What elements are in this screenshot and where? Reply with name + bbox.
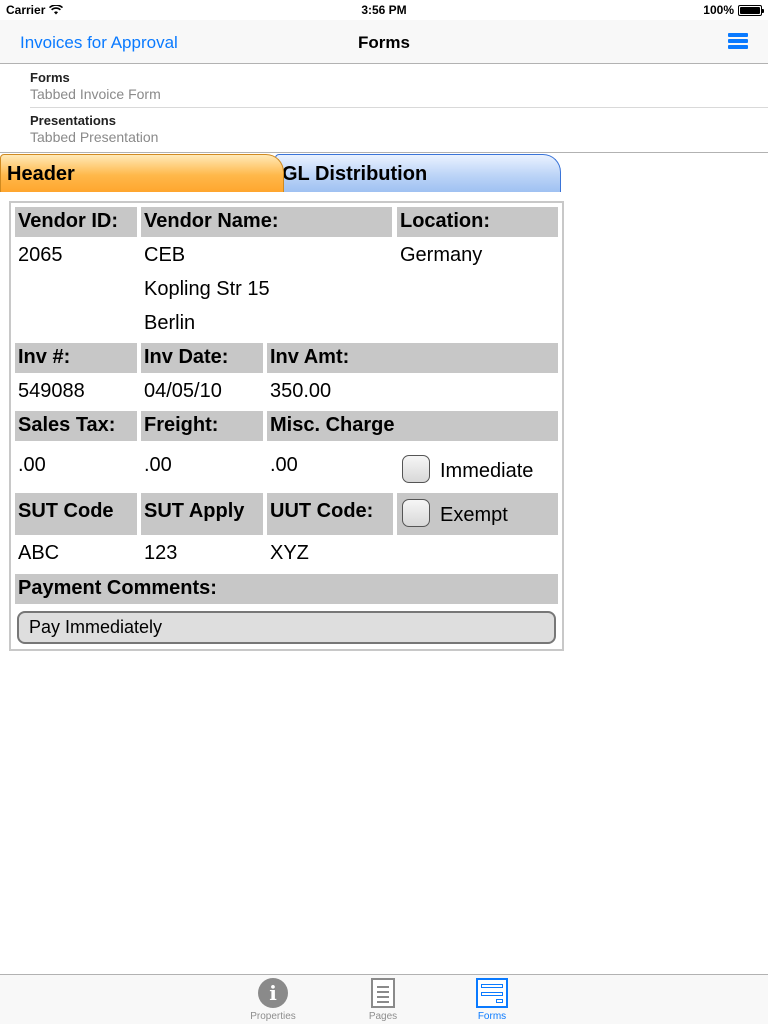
invoice-form: Vendor ID: Vendor Name: Location: 2065 C… bbox=[9, 201, 564, 651]
tab-label: Forms bbox=[477, 1011, 507, 1022]
exempt-label: Exempt bbox=[440, 503, 508, 526]
sales-tax-label: Sales Tax: bbox=[15, 411, 137, 441]
location-value: Germany bbox=[400, 244, 483, 266]
inv-no-value: 549088 bbox=[18, 380, 85, 402]
payment-comments-field[interactable]: Pay Immediately bbox=[17, 611, 556, 644]
divider bbox=[0, 151, 768, 153]
immediate-checkbox-group[interactable]: Immediate bbox=[402, 455, 533, 483]
uut-code-label: UUT Code: bbox=[267, 493, 393, 535]
battery-percent: 100% bbox=[703, 3, 734, 17]
battery-indicator: 100% bbox=[703, 3, 764, 17]
status-bar: Carrier 3:56 PM 100% bbox=[0, 0, 768, 20]
payment-comments-label: Payment Comments: bbox=[15, 574, 558, 604]
tab-gl-distribution[interactable]: GL Distribution bbox=[275, 154, 561, 192]
vendor-city-value: Berlin bbox=[144, 312, 196, 334]
tab-forms[interactable]: Forms bbox=[452, 978, 532, 1022]
tab-properties[interactable]: i Properties bbox=[233, 978, 313, 1022]
inv-amt-label: Inv Amt: bbox=[267, 343, 558, 373]
pages-icon bbox=[371, 978, 395, 1008]
vendor-name-value: CEB bbox=[144, 244, 186, 266]
sales-tax-value: .00 bbox=[18, 454, 46, 476]
navigation-bar: Invoices for Approval Forms bbox=[0, 20, 768, 64]
freight-value: .00 bbox=[144, 454, 172, 476]
exempt-checkbox[interactable] bbox=[402, 499, 430, 527]
exempt-checkbox-group[interactable]: Exempt bbox=[402, 499, 508, 527]
freight-label: Freight: bbox=[141, 411, 263, 441]
inv-amt-value: 350.00 bbox=[270, 380, 332, 402]
tab-label: Properties bbox=[250, 1011, 296, 1022]
vendor-id-label: Vendor ID: bbox=[15, 207, 137, 237]
vendor-id-value: 2065 bbox=[18, 244, 63, 266]
tab-bar: i Properties Pages Forms bbox=[0, 974, 768, 1024]
info-icon: i bbox=[258, 978, 288, 1008]
tab-pages[interactable]: Pages bbox=[343, 978, 423, 1022]
immediate-checkbox[interactable] bbox=[402, 455, 430, 483]
exempt-cell: Exempt bbox=[397, 493, 558, 535]
uut-code-value: XYZ bbox=[270, 542, 309, 564]
immediate-label: Immediate bbox=[440, 459, 534, 482]
inv-date-value: 04/05/10 bbox=[144, 380, 222, 402]
sut-code-value: ABC bbox=[18, 542, 60, 564]
misc-charge-label: Misc. Charge bbox=[267, 411, 558, 441]
sut-code-label: SUT Code bbox=[15, 493, 137, 535]
form-info: Forms Tabbed Invoice Form Presentations … bbox=[0, 65, 768, 153]
sut-apply-value: 123 bbox=[144, 542, 178, 564]
misc-charge-value: .00 bbox=[270, 454, 298, 476]
info-row-presentations[interactable]: Presentations Tabbed Presentation bbox=[30, 108, 768, 151]
sut-apply-label: SUT Apply bbox=[141, 493, 263, 535]
list-icon[interactable] bbox=[728, 33, 748, 49]
info-row-forms[interactable]: Forms Tabbed Invoice Form bbox=[30, 65, 768, 108]
info-value: Tabbed Invoice Form bbox=[30, 86, 161, 102]
location-label: Location: bbox=[397, 207, 558, 237]
tab-label: Pages bbox=[368, 1011, 398, 1022]
forms-icon bbox=[476, 978, 508, 1008]
tab-header[interactable]: Header bbox=[0, 154, 284, 192]
info-label: Forms bbox=[30, 70, 70, 85]
clock: 3:56 PM bbox=[361, 3, 407, 17]
info-label: Presentations bbox=[30, 113, 116, 128]
page-title: Forms bbox=[358, 33, 410, 52]
inv-date-label: Inv Date: bbox=[141, 343, 263, 373]
info-value: Tabbed Presentation bbox=[30, 129, 159, 145]
inv-no-label: Inv #: bbox=[15, 343, 137, 373]
vendor-name-label: Vendor Name: bbox=[141, 207, 392, 237]
form-tabs: GL Distribution Header bbox=[0, 154, 768, 192]
vendor-street-value: Kopling Str 15 bbox=[144, 278, 270, 300]
battery-icon bbox=[738, 4, 764, 16]
